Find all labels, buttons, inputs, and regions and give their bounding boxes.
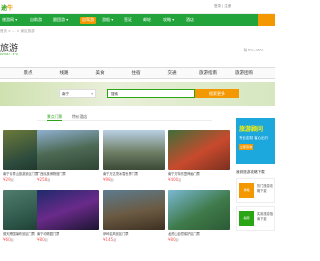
tab-zhinan[interactable]: 旅游指南 [190,70,226,76]
tab-xianlu[interactable]: 线路 [46,70,82,76]
card-image [37,190,99,230]
chevron-down-icon: ▾ [91,92,93,96]
weather-text: 晴 5°C~15°C [244,48,264,52]
sidebar-item-label: 热门旅游攻略下载 [257,184,273,193]
subtab-tickets[interactable]: 景点门票 [47,114,63,121]
card-price: ¥80起 [37,237,48,242]
search-input[interactable]: 搜索 [107,89,195,98]
main-nav: 旅游网 ▾ 自助游 跟团游 ▾ 自驾游 游船 ▾ 签证 邮轮 攻略 ▾ 酒店 [0,14,275,26]
product-card[interactable]: 伊岭岩风景区门票 ¥145起 [103,190,165,242]
card-image [168,130,230,170]
nav-item-gonglue[interactable]: 攻略 ▾ [163,17,174,24]
ad-title: 旅游顾问 [239,126,264,133]
tab-zhusu[interactable]: 住宿 [118,70,154,76]
sub-tabs: 景点门票 特价酒店 [37,113,212,121]
guide-icon: 指南 [239,211,254,226]
card-image [103,130,165,170]
card-title: 南宁动物园门票 [37,232,60,236]
product-card[interactable]: 广西民族博物馆门票 ¥258起 [37,130,99,182]
nav-item-zijia[interactable]: 自驾游 [80,17,96,24]
nav-item-youchuan[interactable]: 游船 ▾ [102,17,113,24]
product-card[interactable]: 南宁方特东盟神画门票 ¥400起 [168,130,230,182]
sidebar-download-item[interactable]: 指南 实用旅游指南下载 [236,206,275,231]
product-card[interactable]: 南宁万达茂冰雪世界门票 ¥98起 [103,130,165,182]
search-input-text: 搜索 [111,92,118,96]
tab-meishi[interactable]: 美食 [82,70,118,76]
sidebar-heading: 我到旅游攻略下载 [236,170,265,174]
site-logo[interactable]: 途牛 [1,3,13,12]
card-image [168,190,230,230]
card-price: ¥258起 [37,177,51,182]
book-icon: 攻略 [239,183,254,198]
city-select-value: 南宁 [62,92,69,96]
card-image [103,190,165,230]
consultant-ad[interactable]: 旅游顾问 专业定制 省心出行 立即咨询 [236,118,275,164]
nav-item-ziyou[interactable]: 自助游 [30,17,42,24]
sidebar-download-item[interactable]: 攻略 热门旅游攻略下载 [236,178,275,203]
top-bar: 途牛 登录 | 注册 [0,0,275,14]
card-price: ¥98起 [103,177,114,182]
product-card[interactable]: 南宁动物园门票 ¥80起 [37,190,99,242]
nav-right-tag[interactable] [258,14,275,26]
search-button[interactable]: 搜索更多 [195,89,239,98]
subtab-hotels[interactable]: 特价酒店 [72,114,87,120]
ad-subtitle: 专业定制 省心出行 [239,136,269,140]
card-title: 南宁万达茂冰雪世界门票 [103,172,139,176]
login-links[interactable]: 登录 | 注册 [214,4,231,9]
card-price: ¥400起 [168,177,182,182]
card-title: 广西民族博物馆门票 [37,172,66,176]
tab-tuangou[interactable]: 旅游团购 [226,70,262,76]
ad-cta-button[interactable]: 立即咨询 [239,144,254,150]
tab-jiaotong[interactable]: 交通 [154,70,190,76]
city-select[interactable]: 南宁 ▾ [59,89,96,98]
card-title: 南宁方特东盟神画门票 [168,172,200,176]
category-tabs: 景点 线路 美食 住宿 交通 旅游指南 旅游团购 [0,67,275,79]
breadcrumb: 首页 > ... > 景区旅游 [0,29,35,33]
product-card[interactable]: 龙虎山自然保护区门票 ¥80起 [168,190,230,242]
card-image [37,130,99,170]
card-price: ¥80起 [168,237,179,242]
card-price: ¥145起 [103,237,117,242]
card-title: 伊岭岩风景区门票 [103,232,129,236]
nav-item-qianzheng[interactable]: 签证 [124,17,132,24]
logo-text-b: 牛 [7,5,14,12]
tab-jingdian[interactable]: 景点 [10,70,46,76]
nav-item-lvyou[interactable]: 旅游网 ▾ [2,17,17,24]
sidebar-item-label: 实用旅游指南下载 [257,212,273,221]
nav-item-jiudian[interactable]: 酒店 [186,17,194,24]
card-title: 龙虎山自然保护区门票 [168,232,200,236]
nav-item-youlun[interactable]: 邮轮 [143,17,151,24]
page-subtitle: LVYOU · 2°C [0,52,18,56]
nav-item-gentuan[interactable]: 跟团游 ▾ [53,17,68,24]
